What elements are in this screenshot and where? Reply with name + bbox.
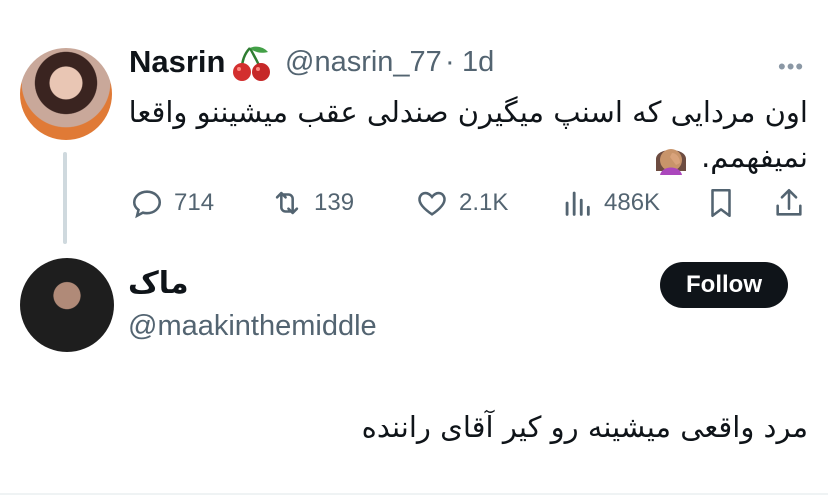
views-count: 486K: [604, 189, 661, 216]
more-icon[interactable]: •••: [778, 54, 804, 80]
facepalm-emoji: [655, 149, 686, 175]
bookmark-button[interactable]: [704, 186, 738, 220]
like-count: 2.1K: [459, 189, 509, 216]
repost-count: 139: [314, 189, 355, 216]
share-button[interactable]: [772, 186, 806, 220]
reply-count: 714: [174, 189, 215, 216]
reply-text: مرد واقعی میشینه رو کیر آقای راننده: [361, 410, 808, 444]
views-button[interactable]: 486K: [560, 186, 660, 220]
reply-author-name[interactable]: ماک: [128, 266, 189, 301]
repost-icon: [275, 191, 299, 215]
like-button[interactable]: 2.1K: [415, 186, 508, 220]
author-handle[interactable]: @nasrin_77: [285, 46, 442, 79]
tweet-text-content: اون مردایی که اسنپ میگیرن صندلی عقب میشی…: [128, 95, 808, 174]
repost-button[interactable]: 139: [270, 186, 354, 220]
like-icon: [418, 191, 446, 216]
author-name[interactable]: Nasrin: [129, 44, 225, 80]
reply-button[interactable]: 714: [130, 186, 214, 220]
nasrin-avatar[interactable]: [20, 48, 112, 140]
reply-icon: [132, 190, 162, 219]
thread-line: [63, 152, 67, 244]
maakinthemiddle-avatar[interactable]: [20, 258, 114, 352]
follow-button[interactable]: Follow: [660, 262, 788, 308]
cherries-icon: [233, 46, 270, 81]
timestamp[interactable]: 1d: [462, 46, 494, 79]
bookmark-icon: [711, 188, 731, 218]
reply-author-handle[interactable]: @maakinthemiddle: [128, 310, 377, 343]
share-icon: [776, 188, 802, 216]
views-icon: [565, 191, 590, 216]
separator-dot: ·: [445, 46, 455, 78]
tweet-text: اون مردایی که اسنپ میگیرن صندلی عقب میشی…: [128, 90, 808, 180]
